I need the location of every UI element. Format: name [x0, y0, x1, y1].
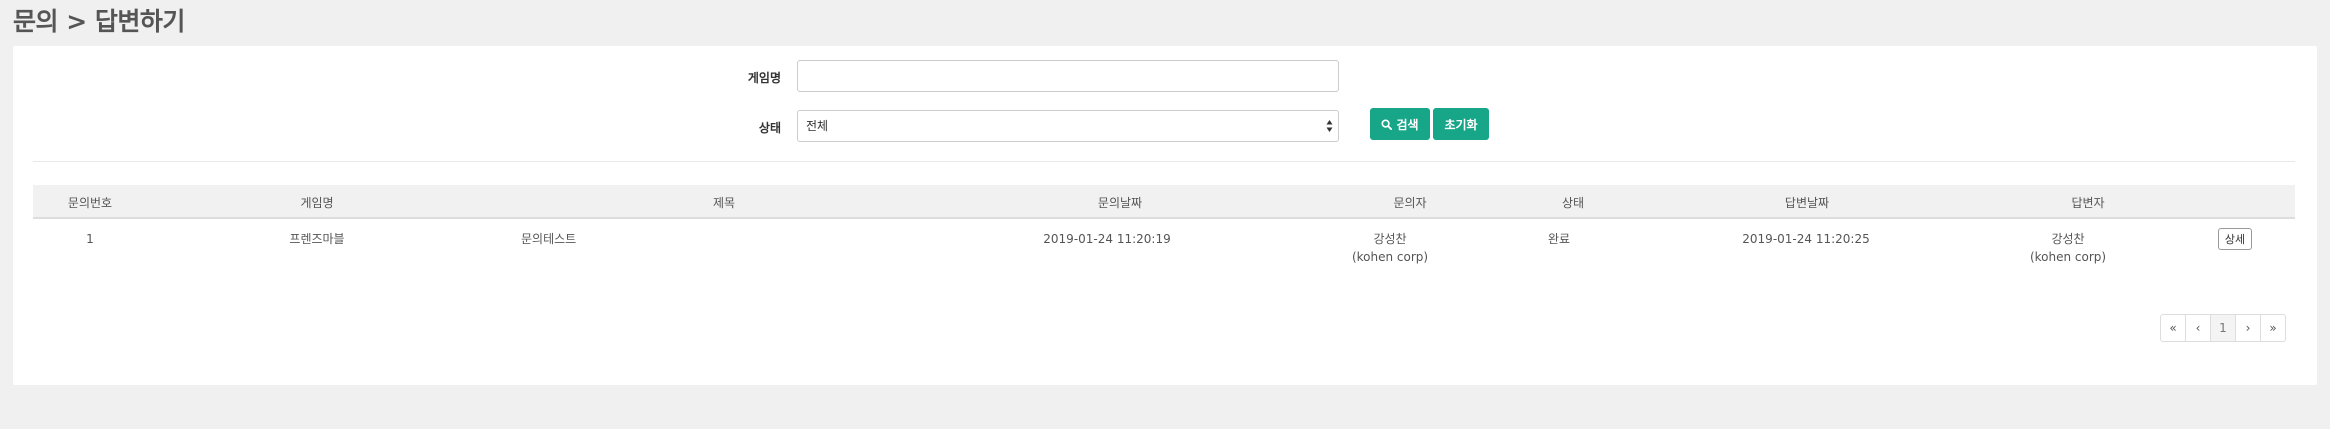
search-icon	[1381, 118, 1393, 130]
search-button-label: 검색	[1396, 117, 1419, 132]
reset-button[interactable]: 초기화	[1433, 108, 1489, 140]
header-answer-date: 답변날짜	[1784, 196, 1830, 210]
answerer-org: (kohen corp)	[2029, 250, 2107, 264]
status-select-value: 전체	[806, 119, 829, 133]
answerer-name: 강성찬	[2051, 232, 2085, 246]
header-status: 상태	[1561, 196, 1585, 210]
page-title: 문의 > 답변하기	[13, 7, 185, 36]
pagination: « ‹ 1 › »	[2160, 314, 2286, 342]
row-game: 프렌즈마블	[289, 232, 345, 246]
main-panel: 게임명 상태 전체 검색 초기화 문의번호 게임명 제목 문의날짜 문의자 상태…	[13, 46, 2317, 385]
header-game: 게임명	[300, 196, 334, 210]
status-label: 상태	[758, 121, 781, 135]
row-status: 완료	[1547, 232, 1571, 246]
row-id: 1	[86, 232, 94, 246]
header-id: 문의번호	[67, 196, 113, 210]
inquirer-name: 강성찬	[1373, 232, 1407, 246]
row-title-link[interactable]: 문의테스트	[521, 230, 576, 248]
page-last-button[interactable]: »	[2260, 314, 2286, 342]
row-inquiry-date: 2019-01-24 11:20:19	[1043, 232, 1171, 246]
row-answer-date: 2019-01-24 11:20:25	[1742, 232, 1870, 246]
game-name-input[interactable]	[797, 60, 1339, 92]
page-current-button[interactable]: 1	[2210, 314, 2236, 342]
detail-button[interactable]: 상세	[2218, 228, 2252, 250]
inquirer-org: (kohen corp)	[1351, 250, 1429, 264]
header-answerer: 답변자	[2071, 196, 2105, 210]
header-inquiry-date: 문의날짜	[1097, 196, 1143, 210]
status-select[interactable]: 전체	[797, 110, 1339, 142]
header-title: 제목	[712, 196, 736, 210]
page-first-button[interactable]: «	[2160, 314, 2186, 342]
table-header: 문의번호 게임명 제목 문의날짜 문의자 상태 답변날짜 답변자	[33, 185, 2295, 219]
row-inquirer: 강성찬 (kohen corp)	[1352, 230, 1428, 266]
select-arrows-icon	[1326, 120, 1333, 132]
header-inquirer: 문의자	[1393, 196, 1427, 210]
page-next-button[interactable]: ›	[2235, 314, 2261, 342]
reset-button-label: 초기화	[1444, 117, 1478, 132]
form-divider	[33, 161, 2295, 162]
page-prev-button[interactable]: ‹	[2185, 314, 2211, 342]
search-button[interactable]: 검색	[1370, 108, 1430, 140]
game-name-label: 게임명	[747, 71, 781, 85]
row-answerer: 강성찬 (kohen corp)	[2030, 230, 2106, 266]
